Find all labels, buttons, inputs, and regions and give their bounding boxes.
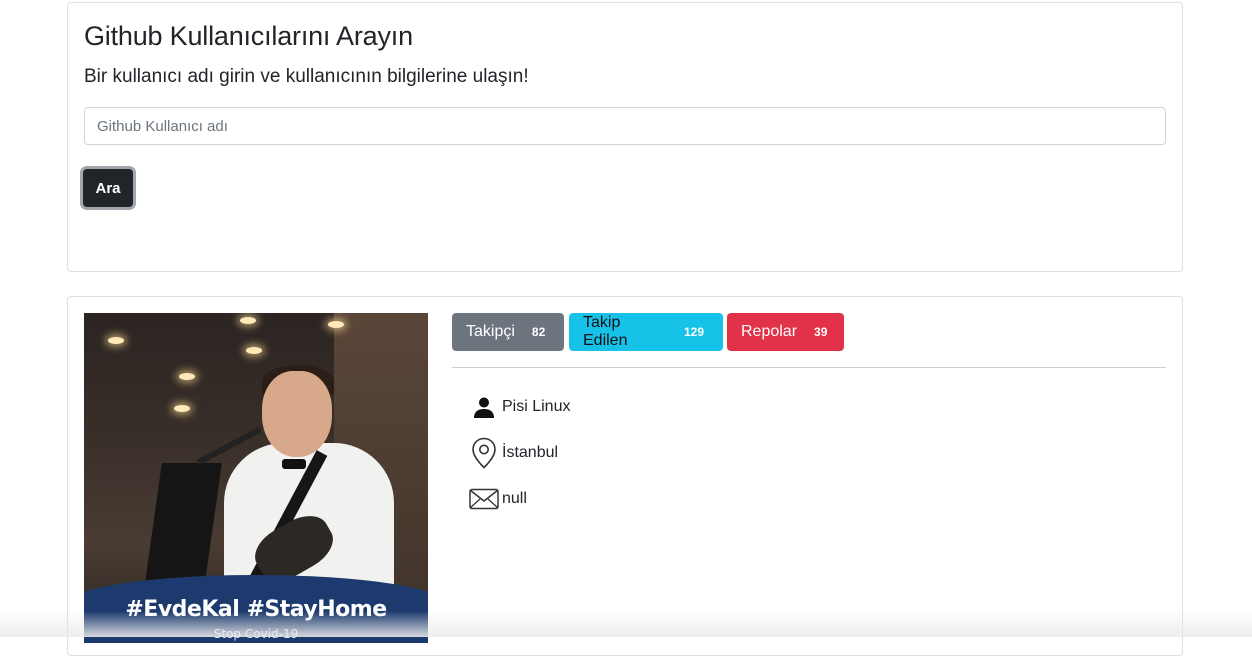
following-button[interactable]: Takip Edilen 129 — [569, 313, 723, 351]
repos-label: Repolar — [741, 323, 797, 341]
person-icon — [468, 391, 500, 423]
page-title: Github Kullanıcılarını Arayın — [84, 21, 413, 52]
info-row-location: İstanbul — [468, 437, 558, 469]
username-search-input[interactable] — [84, 107, 1166, 145]
avatar: #EvdeKal #StayHome Stop Covid-19 — [84, 313, 428, 643]
profile-card: #EvdeKal #StayHome Stop Covid-19 Takipçi… — [67, 296, 1183, 656]
user-location: İstanbul — [502, 444, 558, 462]
followers-count: 82 — [527, 323, 550, 341]
followers-button[interactable]: Takipçi 82 — [452, 313, 564, 351]
user-email: null — [502, 490, 527, 508]
info-row-name: Pisi Linux — [468, 391, 570, 423]
repos-count: 39 — [809, 323, 832, 341]
location-pin-icon — [468, 437, 500, 469]
avatar-subcaption: Stop Covid-19 — [84, 627, 428, 641]
divider — [452, 367, 1166, 368]
repos-button[interactable]: Repolar 39 — [727, 313, 844, 351]
page-subtitle: Bir kullanıcı adı girin ve kullanıcının … — [84, 66, 529, 88]
info-row-email: null — [468, 483, 527, 515]
followers-label: Takipçi — [466, 323, 515, 341]
avatar-caption: #EvdeKal #StayHome — [84, 597, 428, 622]
envelope-icon — [468, 483, 500, 515]
search-button[interactable]: Ara — [83, 169, 133, 207]
search-card: Github Kullanıcılarını Arayın Bir kullan… — [67, 2, 1183, 272]
user-fullname: Pisi Linux — [502, 398, 570, 416]
following-count: 129 — [679, 323, 709, 341]
following-label: Takip Edilen — [583, 314, 667, 350]
